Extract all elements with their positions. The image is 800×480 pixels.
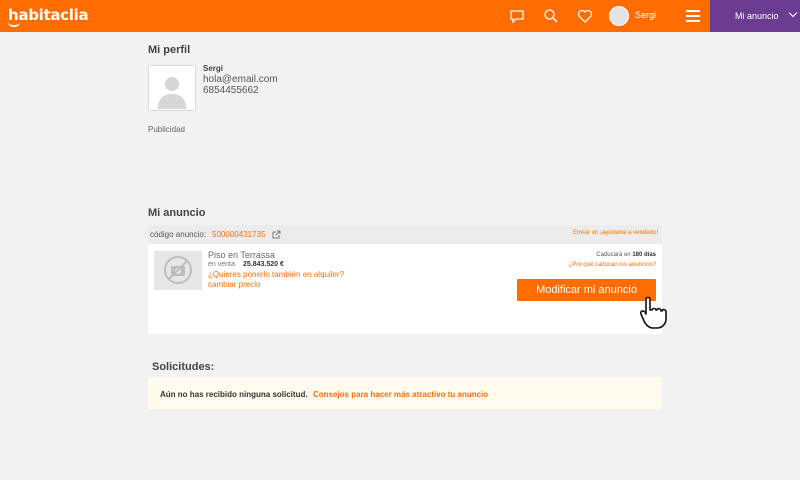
ad-card-header: código anuncio: 500000431735 Enviar un ¡… [148,225,662,244]
property-type: Piso en Terrassa [208,250,275,260]
profile-section-title: Mi perfil [148,44,191,56]
operation-type: en venta [208,261,235,268]
avatar[interactable] [609,6,629,26]
username[interactable]: Sergi [635,10,656,20]
user-silhouette-icon [158,77,186,109]
profile-phone: 6854455662 [203,85,259,96]
mi-anuncio-dropdown[interactable]: Mi anuncio [710,0,800,32]
why-expire-link[interactable]: ¿Por qué caducan los anuncios? [569,262,656,268]
logo-smile [8,22,20,27]
hamburger-menu-icon[interactable] [686,10,700,22]
profile-email: hola@email.com [203,74,278,85]
no-camera-icon [164,256,192,284]
expire-prefix: Caducará en [596,252,631,258]
profile-photo[interactable] [148,65,196,111]
expire-days: 180 días [632,252,656,258]
no-photo-thumbnail[interactable] [154,251,202,290]
external-link-icon[interactable] [272,230,281,241]
top-bar: habitaclia Sergi Mi anuncio [0,0,800,32]
search-icon[interactable] [543,8,559,24]
expire-info: Caducará en 180 días [596,252,656,258]
change-price-link[interactable]: cambiar precio [208,280,260,289]
ad-code-link[interactable]: 500000431735 [212,230,265,239]
chevron-down-icon [788,8,798,18]
publicidad-label: Publicidad [148,125,185,134]
requests-title: Solicitudes: [152,361,215,373]
mi-anuncio-label: Mi anuncio [735,11,779,21]
help-sell-link[interactable]: Enviar un ¡ayúdame a venderlo! [573,230,658,236]
tips-link[interactable]: Consejos para hacer más atractivo tu anu… [313,390,488,399]
heart-icon[interactable] [577,8,593,24]
hand-pointer-icon [640,296,676,335]
property-price: 25.843.520 € [243,261,284,268]
ad-code-label: código anuncio: [150,230,207,239]
no-requests-text: Aún no has recibido ninguna solicitud. [160,390,308,399]
ad-section-title: Mi anuncio [148,207,206,219]
profile-name: Sergi [203,64,224,73]
ad-card: código anuncio: 500000431735 Enviar un ¡… [148,225,662,334]
modify-ad-button[interactable]: Modificar mi anuncio [517,279,656,301]
habitaclia-logo[interactable]: habitaclia [8,6,89,24]
requests-box: Aún no has recibido ninguna solicitud. C… [148,377,662,411]
rent-also-link[interactable]: ¿Quieres ponerlo también en alquiler? [208,270,344,279]
chat-icon[interactable] [509,8,525,24]
